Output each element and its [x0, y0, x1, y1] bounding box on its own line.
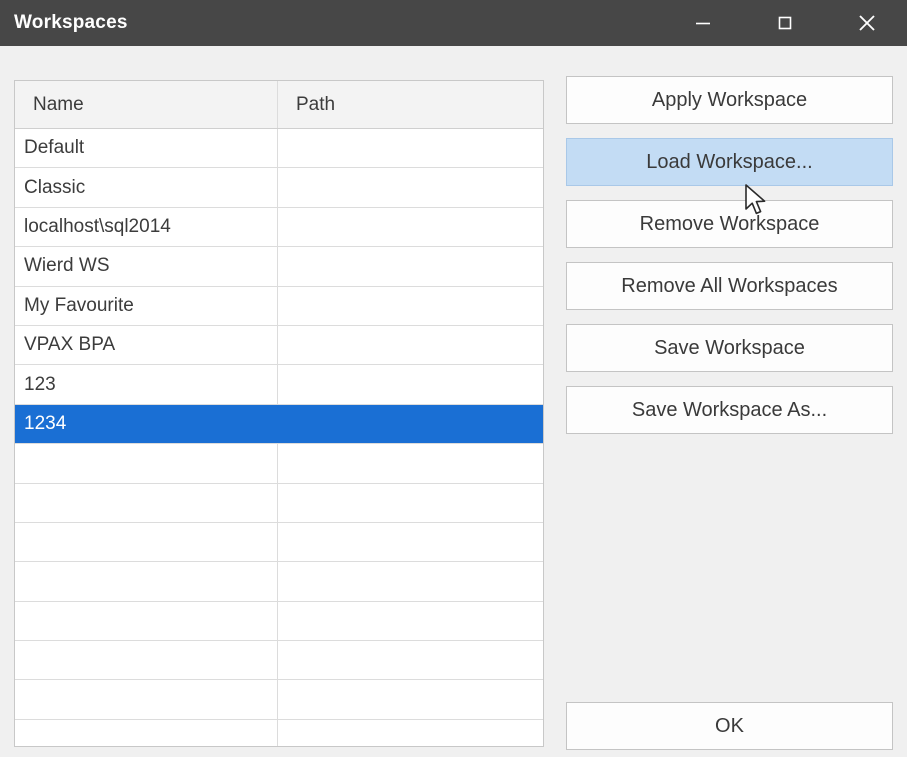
cell-path: [278, 602, 543, 640]
cell-path: [278, 405, 543, 443]
grid-body: Default Classic localhost\sql2014 Wierd WS M…: [15, 129, 543, 746]
maximize-icon: [775, 13, 795, 33]
table-row[interactable]: [15, 522, 543, 563]
table-row[interactable]: 1234: [15, 404, 543, 445]
maximize-button[interactable]: [757, 0, 813, 46]
minimize-icon: [693, 13, 713, 33]
cell-name: [15, 680, 278, 719]
table-row[interactable]: Wierd WS: [15, 247, 543, 287]
cell-path: [278, 247, 543, 285]
ok-button[interactable]: OK: [566, 702, 893, 750]
table-row[interactable]: [15, 444, 543, 484]
table-row[interactable]: [15, 483, 543, 523]
window-title: Workspaces: [14, 12, 128, 33]
remove-all-workspaces-button[interactable]: Remove All Workspaces: [566, 262, 893, 310]
workspaces-grid[interactable]: Name Path Default Classic localhost\sql201…: [14, 80, 544, 747]
cell-name: [15, 719, 278, 746]
cell-name: 1234: [15, 404, 278, 444]
cell-name: [15, 444, 278, 483]
cell-name: Classic: [15, 168, 278, 207]
cell-name: [15, 562, 278, 601]
cell-path: [278, 129, 543, 167]
cell-path: [278, 680, 543, 718]
save-workspace-button[interactable]: Save Workspace: [566, 324, 893, 372]
cell-path: [278, 168, 543, 206]
close-icon: [855, 11, 879, 35]
table-row[interactable]: [15, 719, 543, 746]
table-row[interactable]: VPAX BPA: [15, 325, 543, 366]
cell-path: [278, 720, 543, 746]
cell-path: [278, 365, 543, 403]
cell-path: [278, 287, 543, 325]
minimize-button[interactable]: [675, 0, 731, 46]
save-workspace-as-button[interactable]: Save Workspace As...: [566, 386, 893, 434]
column-header-name[interactable]: Name: [15, 81, 278, 128]
cell-name: 123: [15, 365, 278, 404]
remove-workspace-button[interactable]: Remove Workspace: [566, 200, 893, 248]
table-row[interactable]: My Favourite: [15, 286, 543, 326]
table-row[interactable]: [15, 641, 543, 681]
table-row[interactable]: Classic: [15, 168, 543, 208]
cell-name: [15, 601, 278, 641]
cell-name: [15, 522, 278, 562]
table-row[interactable]: [15, 562, 543, 602]
cell-name: My Favourite: [15, 286, 278, 325]
cell-path: [278, 523, 543, 561]
table-row[interactable]: [15, 680, 543, 720]
action-buttons-panel: Apply Workspace Load Workspace... Remove W…: [566, 76, 893, 448]
table-row[interactable]: Default: [15, 129, 543, 169]
cell-path: [278, 208, 543, 246]
cell-path: [278, 562, 543, 600]
cell-path: [278, 484, 543, 522]
cell-path: [278, 326, 543, 364]
title-bar: Workspaces: [0, 0, 907, 46]
table-row[interactable]: localhost\sql2014: [15, 207, 543, 248]
cell-name: VPAX BPA: [15, 325, 278, 365]
window-controls: [675, 0, 907, 46]
table-row[interactable]: [15, 601, 543, 642]
cell-path: [278, 641, 543, 679]
cell-name: Default: [15, 129, 278, 168]
dialog-body: Name Path Default Classic localhost\sql201…: [0, 46, 907, 757]
load-workspace-button[interactable]: Load Workspace...: [566, 138, 893, 186]
apply-workspace-button[interactable]: Apply Workspace: [566, 76, 893, 124]
close-button[interactable]: [839, 0, 895, 46]
grid-header-row: Name Path: [15, 81, 543, 129]
column-header-path[interactable]: Path: [278, 81, 543, 128]
cell-name: localhost\sql2014: [15, 207, 278, 247]
cell-path: [278, 444, 543, 482]
cell-name: Wierd WS: [15, 247, 278, 286]
cell-name: [15, 483, 278, 522]
cell-name: [15, 641, 278, 680]
table-row[interactable]: 123: [15, 365, 543, 405]
